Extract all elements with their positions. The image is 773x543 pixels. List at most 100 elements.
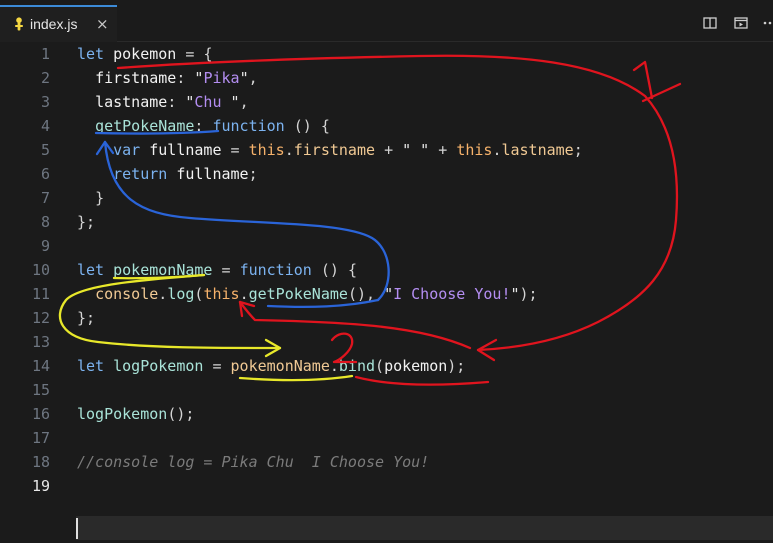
method-name: log — [167, 285, 195, 303]
string: Chu — [194, 93, 231, 111]
string: I Choose You! — [393, 285, 511, 303]
property: firstname — [293, 141, 376, 159]
line-number: 10 — [31, 261, 50, 279]
tab-index-js[interactable]: index.js × — [0, 5, 117, 42]
code-line-8: }; — [77, 210, 95, 234]
text-cursor — [76, 518, 78, 539]
more-actions-icon[interactable] — [762, 16, 773, 30]
tab-label: index.js — [30, 16, 78, 32]
close-icon[interactable]: × — [96, 15, 109, 33]
string: Pika — [203, 69, 240, 87]
punctuation: ); — [447, 357, 466, 375]
punctuation: . — [284, 141, 294, 159]
punctuation: ; — [248, 165, 258, 183]
function-name: pokemonName — [113, 261, 213, 279]
keyword: let — [77, 45, 105, 63]
property: lastname — [501, 141, 574, 159]
identifier: fullname — [176, 165, 249, 183]
quote: " — [239, 69, 249, 87]
line-number: 1 — [40, 45, 50, 63]
quote: " — [510, 285, 520, 303]
punctuation: ); — [519, 285, 538, 303]
punctuation: () — [293, 117, 312, 135]
comment: //console log = Pika Chu I Choose You! — [77, 453, 430, 471]
code-line-10: let pokemonName = function () { — [77, 258, 357, 282]
code-line-16: logPokemon(); — [77, 402, 194, 426]
line-number: 16 — [31, 405, 50, 423]
punctuation: () — [320, 261, 339, 279]
line-number: 18 — [31, 453, 50, 471]
punctuation: (); — [167, 405, 195, 423]
line-number: 2 — [40, 69, 50, 87]
keyword: let — [77, 357, 105, 375]
keyword: function — [212, 117, 285, 135]
method-name: bind — [338, 357, 376, 375]
line-number: 9 — [40, 237, 50, 255]
code-line-12: }; — [77, 306, 95, 330]
line-number: 12 — [31, 309, 50, 327]
identifier: pokemon — [384, 357, 448, 375]
identifier: console — [95, 285, 159, 303]
punctuation: }; — [77, 213, 96, 231]
quote: " — [230, 93, 240, 111]
code-line-1: let pokemon = { — [77, 42, 212, 66]
operator: + — [438, 141, 448, 159]
operator: = — [185, 45, 195, 63]
punctuation: : — [176, 69, 186, 87]
function-call: logPokemon — [77, 405, 168, 423]
line-number: 17 — [31, 429, 50, 447]
line-number: 7 — [40, 189, 50, 207]
quote: " — [384, 285, 394, 303]
open-preview-icon[interactable] — [734, 16, 748, 30]
line-number: 4 — [40, 117, 50, 135]
identifier: pokemon — [113, 45, 177, 63]
current-line-highlight — [76, 516, 773, 540]
keyword: function — [239, 261, 312, 279]
punctuation: () — [347, 285, 366, 303]
code-line-5: var fullname = this.firstname + " " + th… — [77, 138, 583, 162]
punctuation: , — [366, 285, 376, 303]
punctuation: : — [167, 93, 177, 111]
punctuation: ( — [375, 357, 385, 375]
punctuation: , — [248, 69, 258, 87]
punctuation: . — [239, 285, 249, 303]
string: " " — [402, 141, 430, 159]
code-line-2: firstname: "Pika", — [77, 66, 258, 90]
punctuation: ; — [573, 141, 583, 159]
line-number: 14 — [31, 357, 50, 375]
property: lastname — [95, 93, 168, 111]
keyword: return — [113, 165, 168, 183]
property: firstname — [95, 69, 177, 87]
punctuation: { — [203, 45, 213, 63]
keyword: var — [113, 141, 141, 159]
this-keyword: this — [203, 285, 240, 303]
tab-bar: index.js × — [0, 0, 773, 42]
identifier: pokemonName — [230, 357, 330, 375]
line-number: 8 — [40, 213, 50, 231]
operator: = — [230, 141, 240, 159]
code-line-14: let logPokemon = pokemonName.bind(pokemo… — [77, 354, 465, 378]
punctuation: . — [158, 285, 168, 303]
code-editor[interactable]: 1 2 3 4 5 6 7 8 9 10 11 12 13 14 15 16 1… — [0, 42, 773, 543]
code-line-3: lastname: "Chu ", — [77, 90, 249, 114]
this-keyword: this — [248, 141, 285, 159]
javascript-file-icon — [15, 17, 23, 31]
code-line-18: //console log = Pika Chu I Choose You! — [77, 450, 429, 474]
line-number: 15 — [31, 381, 50, 399]
method-name: getPokeName — [95, 117, 195, 135]
code-line-6: return fullname; — [77, 162, 258, 186]
punctuation: : — [194, 117, 204, 135]
punctuation: { — [320, 117, 330, 135]
identifier: logPokemon — [113, 357, 204, 375]
punctuation: , — [239, 93, 249, 111]
code-line-7: } — [77, 186, 104, 210]
line-number: 11 — [31, 285, 50, 303]
line-number: 6 — [40, 165, 50, 183]
line-number: 3 — [40, 93, 50, 111]
operator: + — [384, 141, 394, 159]
line-number-active: 19 — [31, 477, 50, 495]
code-line-4: getPokeName: function () { — [77, 114, 330, 138]
code-line-11: console.log(this.getPokeName(), "I Choos… — [77, 282, 538, 306]
split-editor-icon[interactable] — [703, 16, 717, 30]
identifier: fullname — [149, 141, 222, 159]
